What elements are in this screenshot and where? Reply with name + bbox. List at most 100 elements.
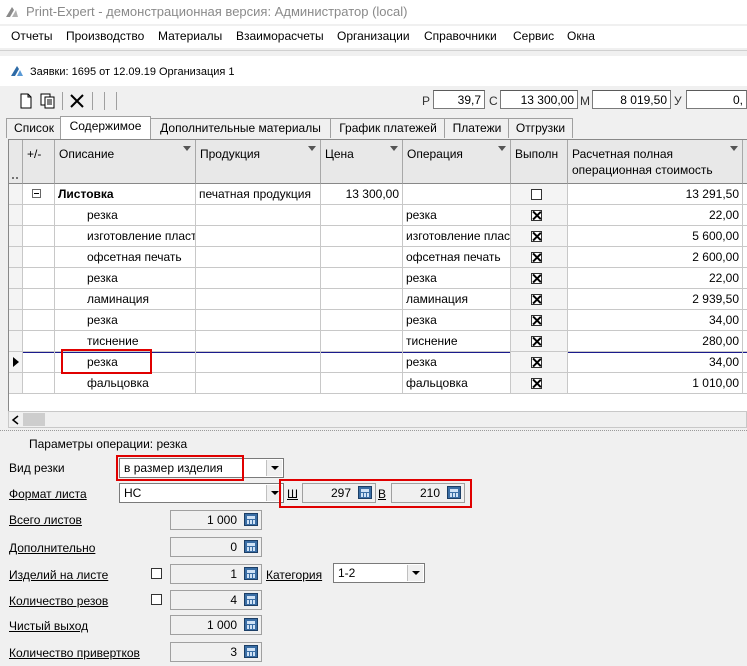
row-indicator[interactable] [9,226,23,247]
cost-cell[interactable]: 13 291,50 [568,184,743,205]
price-cell[interactable]: 13 300,00 [321,184,403,205]
additional-field[interactable]: 0 [170,537,262,557]
row-indicator[interactable] [9,289,23,310]
calculator-icon[interactable] [244,567,258,580]
operation-cell[interactable]: резка [403,310,511,331]
table-row[interactable]: офсетная печать офсетная печать 2 600,00 [9,247,747,268]
cost-cell[interactable]: 5 600,00 [568,226,743,247]
done-cell[interactable] [511,184,568,205]
header-operation[interactable]: Операция [403,140,511,184]
row-indicator[interactable] [9,205,23,226]
table-row[interactable]: резка резка 34,00 [9,310,747,331]
header-price[interactable]: Цена [321,140,403,184]
description-cell[interactable]: резка [55,205,196,226]
product-cell[interactable] [196,268,321,289]
done-cell[interactable] [511,373,568,394]
operation-cell[interactable]: изготовление пластин [403,226,511,247]
done-checkbox[interactable] [531,378,542,389]
calculator-icon[interactable] [244,645,258,658]
expand-cell[interactable] [23,331,55,352]
done-checkbox[interactable] [531,336,542,347]
copy-icon[interactable] [38,91,58,111]
header-expand[interactable]: +/- [23,140,55,184]
grid-menu-icon[interactable] [9,140,23,184]
new-document-icon[interactable] [16,91,36,111]
expand-cell[interactable] [23,205,55,226]
product-cell[interactable] [196,247,321,268]
product-cell[interactable] [196,226,321,247]
price-cell[interactable] [321,247,403,268]
header-done[interactable]: Выполн [511,140,568,184]
chevron-down-icon[interactable] [266,460,282,476]
delete-icon[interactable] [67,91,87,111]
done-checkbox[interactable] [531,357,542,368]
price-cell[interactable] [321,352,403,373]
expand-cell[interactable] [23,268,55,289]
total-sheets-field[interactable]: 1 000 [170,510,262,530]
done-cell[interactable] [511,352,568,373]
calculator-icon[interactable] [244,513,258,526]
tab-payments[interactable]: Платежи [444,118,510,138]
expand-cell[interactable] [23,247,55,268]
cost-cell[interactable]: 34,00 [568,352,743,373]
product-cell[interactable] [196,289,321,310]
row-indicator[interactable] [9,268,23,289]
scroll-left-icon[interactable] [11,415,21,425]
product-cell[interactable] [196,331,321,352]
group-row[interactable]: Листовка печатная продукция 13 300,00 13 29… [9,184,747,205]
menu-service[interactable]: Сервис [513,29,554,43]
description-cell[interactable]: ламинация [55,289,196,310]
expand-cell[interactable] [23,226,55,247]
table-row[interactable]: фальцовка фальцовка 1 010,00 [9,373,747,394]
description-cell[interactable]: офсетная печать [55,247,196,268]
row-indicator[interactable] [9,184,23,205]
done-checkbox[interactable] [531,210,542,221]
description-cell[interactable]: изготовление пластин [55,226,196,247]
row-indicator[interactable] [9,310,23,331]
done-cell[interactable] [511,331,568,352]
cost-cell[interactable]: 34,00 [568,310,743,331]
done-checkbox[interactable] [531,315,542,326]
calculator-icon[interactable] [244,618,258,631]
calculator-icon[interactable] [244,593,258,606]
price-cell[interactable] [321,268,403,289]
done-cell[interactable] [511,205,568,226]
cuts-count-field[interactable]: 4 [170,590,262,610]
row-indicator[interactable] [9,352,23,373]
product-cell[interactable] [196,310,321,331]
menu-reports[interactable]: Отчеты [11,29,52,43]
description-cell[interactable]: Листовка [55,184,196,205]
done-checkbox[interactable] [531,252,542,263]
price-cell[interactable] [321,226,403,247]
sheet-format-label[interactable]: Формат листа [9,487,87,501]
expand-cell[interactable] [23,352,55,373]
expand-cell[interactable] [23,310,55,331]
description-cell[interactable]: резка [55,310,196,331]
done-cell[interactable] [511,247,568,268]
tab-additional-materials[interactable]: Дополнительные материалы [149,118,332,138]
cost-cell[interactable]: 2 600,00 [568,247,743,268]
menu-directories[interactable]: Справочники [424,29,497,43]
header-cost[interactable]: Расчетная полная операционная стоимость [568,140,743,184]
row-indicator[interactable] [9,373,23,394]
operation-cell[interactable]: резка [403,352,511,373]
table-row[interactable]: ламинация ламинация 2 939,50 [9,289,747,310]
operation-cell[interactable] [403,184,511,205]
done-cell[interactable] [511,226,568,247]
operation-cell[interactable]: ламинация [403,289,511,310]
tab-payment-schedule[interactable]: График платежей [330,118,446,138]
done-cell[interactable] [511,289,568,310]
done-checkbox[interactable] [531,189,542,200]
product-cell[interactable]: печатная продукция [196,184,321,205]
expand-cell[interactable] [23,184,55,205]
cost-cell[interactable]: 2 939,50 [568,289,743,310]
operation-cell[interactable]: офсетная печать [403,247,511,268]
operation-cell[interactable]: фальцовка [403,373,511,394]
done-checkbox[interactable] [531,231,542,242]
table-row[interactable]: изготовление пластин изготовление пластин… [9,226,747,247]
turns-count-field[interactable]: 3 [170,642,262,662]
expand-cell[interactable] [23,289,55,310]
price-cell[interactable] [321,310,403,331]
menu-settlements[interactable]: Взаиморасчеты [236,29,324,43]
done-checkbox[interactable] [531,294,542,305]
